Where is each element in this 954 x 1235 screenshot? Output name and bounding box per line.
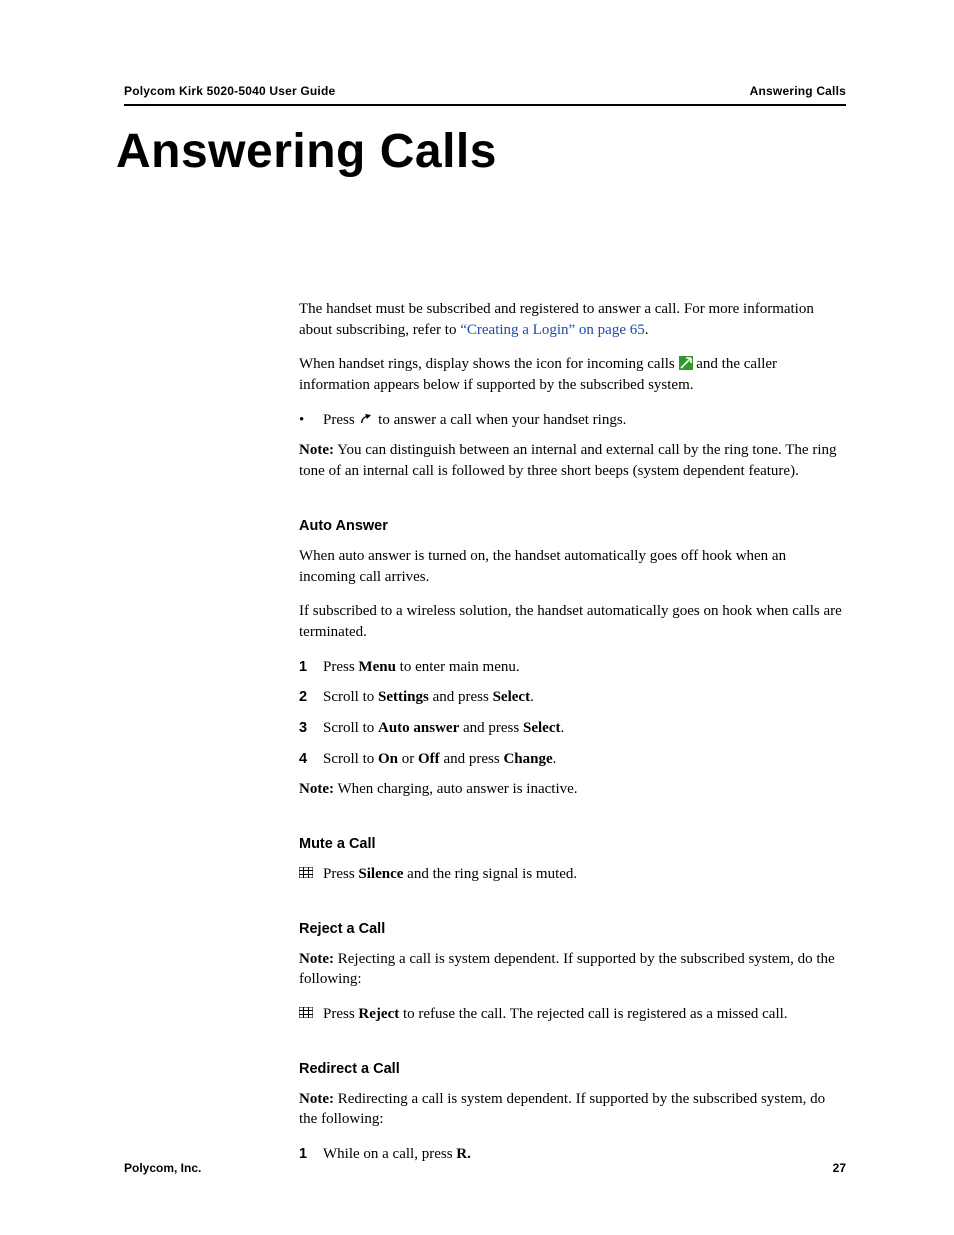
step-text: Press Menu to enter main menu. (323, 657, 846, 678)
redirect-note: Note: Redirecting a call is system depen… (299, 1089, 846, 1130)
step-1: 1 Press Menu to enter main menu. (299, 657, 846, 678)
text-bold: Select (523, 720, 560, 736)
text-bold: On (378, 751, 398, 767)
note-label: Note: (299, 1091, 334, 1107)
footer-right: 27 (833, 1161, 846, 1175)
text: Scroll to (323, 720, 378, 736)
text: and press (440, 751, 504, 767)
step-number: 1 (299, 657, 323, 677)
text: You can distinguish between an internal … (299, 442, 837, 479)
text: When handset rings, display shows the ic… (299, 356, 679, 372)
step-text: Scroll to On or Off and press Change. (323, 749, 846, 770)
header-rule (124, 104, 846, 106)
text: Rejecting a call is system dependent. If… (299, 951, 835, 988)
text-bold: R. (456, 1146, 471, 1162)
text: Press (323, 866, 358, 882)
reject-step: Press Reject to refuse the call. The rej… (299, 1004, 846, 1025)
step-number: 2 (299, 687, 323, 707)
header-right: Answering Calls (750, 84, 846, 98)
page-footer: Polycom, Inc. 27 (124, 1161, 846, 1175)
text: to refuse the call. The rejected call is… (399, 1006, 787, 1022)
note-label: Note: (299, 442, 334, 458)
text: Redirecting a call is system dependent. … (299, 1091, 825, 1128)
heading-mute: Mute a Call (299, 834, 846, 854)
auto-answer-note: Note: When charging, auto answer is inac… (299, 779, 846, 800)
text: Press (323, 412, 358, 428)
bullet-dot: • (299, 410, 323, 431)
grid-bullet-icon (299, 1004, 323, 1025)
step-3: 3 Scroll to Auto answer and press Select… (299, 718, 846, 739)
text: . (645, 322, 649, 338)
text: When charging, auto answer is inactive. (334, 781, 578, 797)
text: . (560, 720, 564, 736)
page-title: Answering Calls (116, 124, 846, 179)
step-text: Scroll to Settings and press Select. (323, 687, 846, 708)
auto-answer-p1: When auto answer is turned on, the hands… (299, 546, 846, 587)
intro-p1: The handset must be subscribed and regis… (299, 299, 846, 340)
note-label: Note: (299, 951, 334, 967)
text: While on a call, press (323, 1146, 456, 1162)
bullet-text: Press to answer a call when your handset… (323, 410, 846, 431)
text: Press (323, 1006, 358, 1022)
intro-p2: When handset rings, display shows the ic… (299, 354, 846, 395)
text: and press (429, 689, 493, 705)
reject-note: Note: Rejecting a call is system depende… (299, 949, 846, 990)
text: and the ring signal is muted. (403, 866, 577, 882)
text: . (553, 751, 557, 767)
text-bold: Settings (378, 689, 429, 705)
link-creating-login[interactable]: “Creating a Login” on page 65 (460, 322, 645, 338)
step-number: 3 (299, 718, 323, 738)
footer-left: Polycom, Inc. (124, 1161, 201, 1175)
text: to enter main menu. (396, 659, 520, 675)
mute-step: Press Silence and the ring signal is mut… (299, 864, 846, 885)
step-text: Press Reject to refuse the call. The rej… (323, 1004, 846, 1025)
step-text: Press Silence and the ring signal is mut… (323, 864, 846, 885)
step-4: 4 Scroll to On or Off and press Change. (299, 749, 846, 770)
page-header: Polycom Kirk 5020-5040 User Guide Answer… (124, 84, 846, 104)
text: and press (459, 720, 523, 736)
text: to answer a call when your handset rings… (374, 412, 626, 428)
text-bold: Off (418, 751, 440, 767)
auto-answer-p2: If subscribed to a wireless solution, th… (299, 601, 846, 642)
text-bold: Auto answer (378, 720, 459, 736)
incoming-call-icon (679, 356, 693, 370)
text-bold: Reject (358, 1006, 399, 1022)
body-content: The handset must be subscribed and regis… (299, 299, 846, 1165)
text-bold: Menu (358, 659, 396, 675)
text-bold: Select (493, 689, 530, 705)
text: Scroll to (323, 751, 378, 767)
step-2: 2 Scroll to Settings and press Select. (299, 687, 846, 708)
intro-note: Note: You can distinguish between an int… (299, 440, 846, 481)
bullet-answer: • Press to answer a call when your hands… (299, 410, 846, 431)
text-bold: Silence (358, 866, 403, 882)
text: . (530, 689, 534, 705)
heading-redirect: Redirect a Call (299, 1059, 846, 1079)
text: Scroll to (323, 689, 378, 705)
heading-auto-answer: Auto Answer (299, 516, 846, 536)
header-left: Polycom Kirk 5020-5040 User Guide (124, 84, 335, 98)
text-bold: Change (503, 751, 552, 767)
grid-bullet-icon (299, 864, 323, 885)
step-text: Scroll to Auto answer and press Select. (323, 718, 846, 739)
call-key-icon (358, 412, 374, 426)
note-label: Note: (299, 781, 334, 797)
text: or (398, 751, 418, 767)
step-number: 4 (299, 749, 323, 769)
text: Press (323, 659, 358, 675)
heading-reject: Reject a Call (299, 919, 846, 939)
